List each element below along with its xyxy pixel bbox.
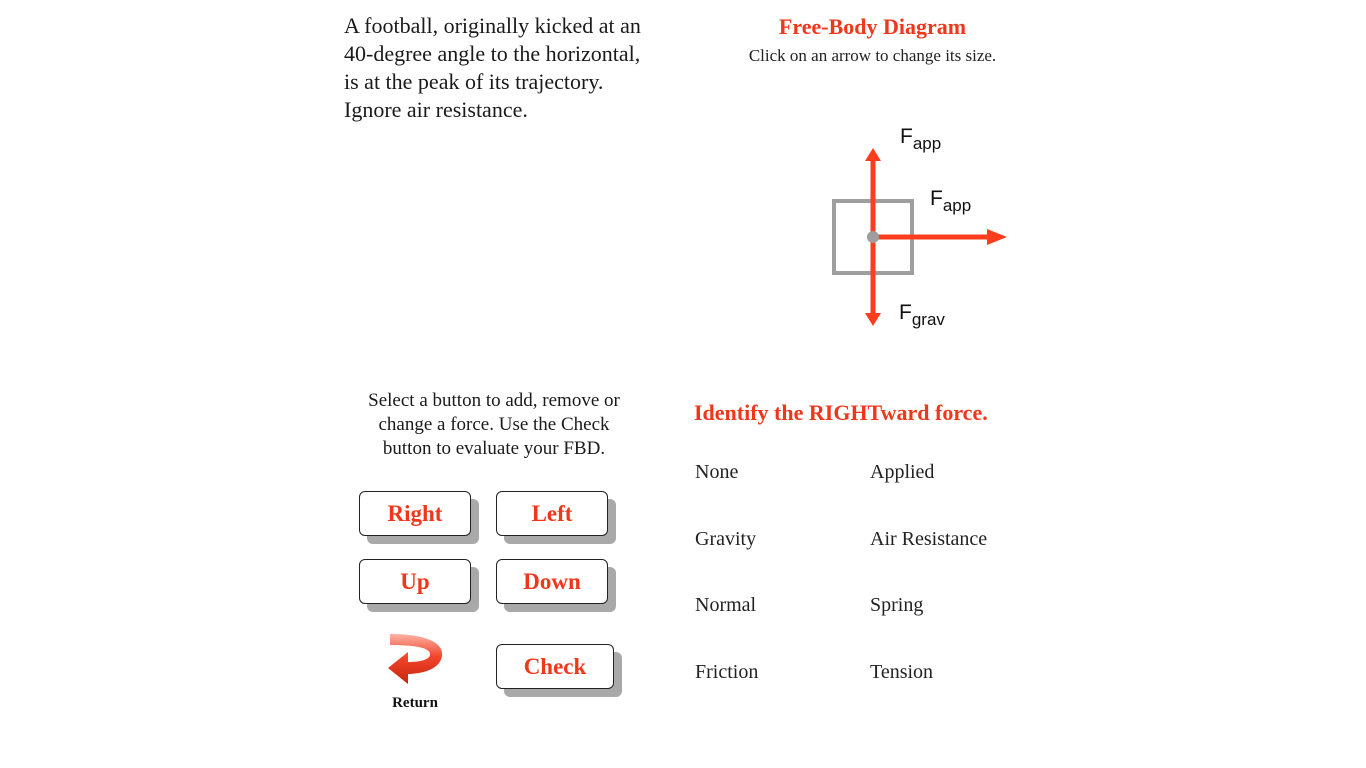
fbd-title: Free-Body Diagram — [778, 14, 967, 39]
identify-prompt: Identify the RIGHTward force. — [694, 400, 988, 425]
left-button[interactable]: Left — [496, 491, 608, 536]
check-button[interactable]: Check — [496, 644, 614, 689]
center-point — [867, 231, 879, 243]
option-spring[interactable]: Spring — [870, 594, 923, 617]
option-gravity[interactable]: Gravity — [695, 528, 756, 551]
down-button[interactable]: Down — [496, 559, 608, 604]
right-button[interactable]: Right — [359, 491, 471, 536]
problem-line: Ignore air resistance. — [344, 97, 528, 122]
problem-line: is at the peak of its trajectory. — [344, 69, 604, 94]
option-none[interactable]: None — [695, 461, 738, 484]
option-normal[interactable]: Normal — [695, 594, 756, 617]
up-force-label: Fapp — [900, 125, 941, 153]
option-applied[interactable]: Applied — [870, 461, 934, 484]
instructions: Select a button to add, remove or change… — [344, 389, 644, 461]
up-force-arrow[interactable] — [865, 148, 881, 237]
problem-statement: A football, originally kicked at an 40-d… — [344, 12, 684, 124]
fbd-subtitle: Click on an arrow to change its size. — [748, 46, 997, 65]
down-force-label: Fgrav — [899, 301, 945, 329]
option-friction[interactable]: Friction — [695, 661, 758, 684]
up-button[interactable]: Up — [359, 559, 471, 604]
problem-line: 40-degree angle to the horizontal, — [344, 41, 641, 66]
return-arrow-icon — [388, 634, 443, 684]
instruction-line: Select a button to add, remove or — [368, 390, 620, 411]
down-force-arrow[interactable] — [865, 237, 881, 326]
option-air-resistance[interactable]: Air Resistance — [870, 528, 987, 551]
problem-line: A football, originally kicked at an — [344, 13, 641, 38]
right-force-arrow[interactable] — [873, 229, 1007, 245]
return-button[interactable]: Return — [372, 630, 458, 716]
right-force-label: Fapp — [930, 187, 971, 215]
free-body-diagram: Fapp Fapp Fgrav — [832, 125, 1007, 329]
instruction-line: change a force. Use the Check — [378, 414, 610, 435]
return-label: Return — [392, 695, 438, 711]
option-tension[interactable]: Tension — [870, 661, 933, 684]
instruction-line: button to evaluate your FBD. — [382, 438, 606, 459]
